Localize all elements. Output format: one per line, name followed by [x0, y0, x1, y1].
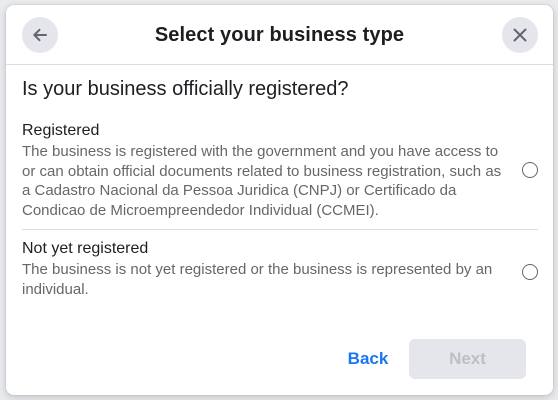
back-arrow-button[interactable] — [22, 17, 58, 53]
option-not-yet-registered-title: Not yet registered — [22, 240, 149, 257]
option-not-yet-registered[interactable]: Not yet registered The business is not y… — [22, 239, 538, 303]
registration-question: Is your business officially registered? — [22, 78, 349, 100]
option-registered-title: Registered — [22, 122, 100, 139]
arrow-left-icon — [33, 28, 47, 42]
next-button[interactable]: Next — [409, 339, 526, 379]
option-not-yet-registered-description: The business is not yet registered or th… — [22, 261, 493, 298]
dialog-title: Select your business type — [154, 24, 405, 46]
close-button[interactable] — [502, 17, 538, 53]
back-button[interactable]: Back — [338, 339, 398, 379]
radio-not-yet-registered[interactable] — [522, 264, 538, 280]
dialog-header: Select your business type — [6, 5, 553, 65]
business-type-dialog: Select your business type Is your busine… — [6, 5, 553, 395]
option-registered[interactable]: Registered The business is registered wi… — [22, 121, 538, 230]
radio-registered[interactable] — [522, 162, 538, 178]
close-icon — [513, 28, 527, 42]
option-registered-description: The business is registered with the gove… — [22, 143, 502, 219]
